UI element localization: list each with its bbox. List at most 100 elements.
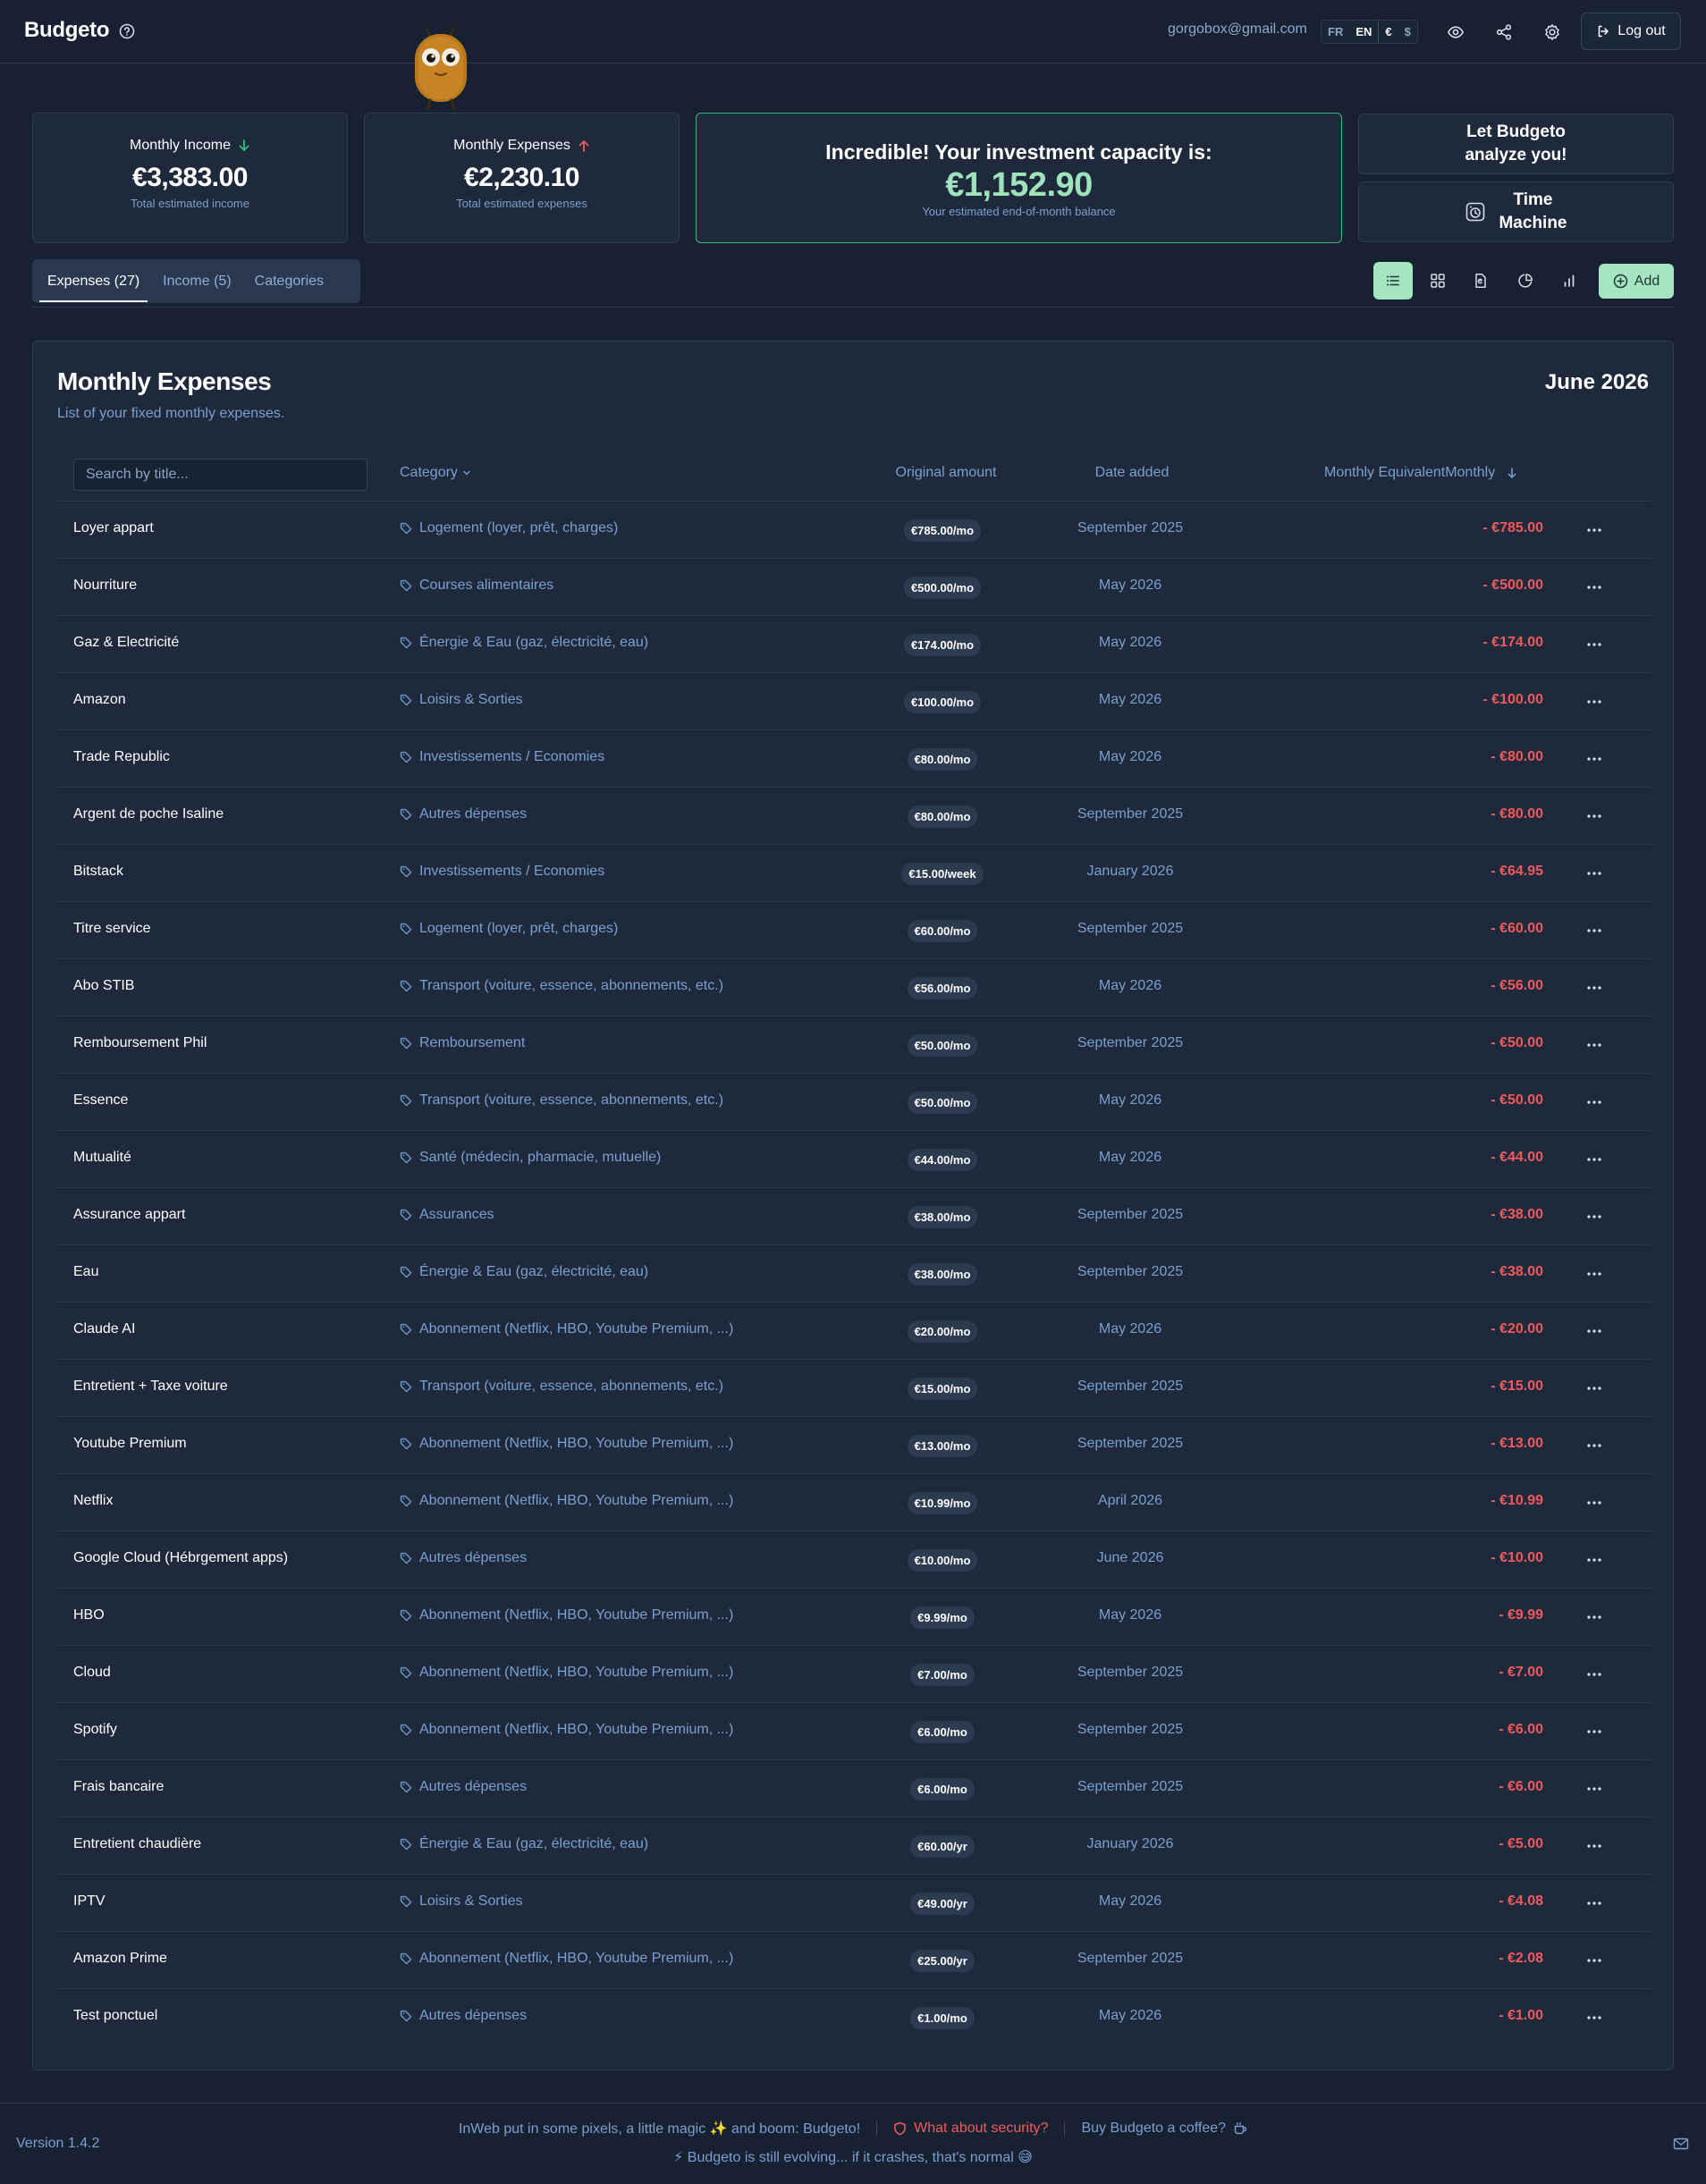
column-header-monthly[interactable]: Monthly EquivalentMonthly (1324, 465, 1518, 481)
table-row[interactable]: Amazon Prime Abonnement (Netflix, HBO, Yo… (57, 1932, 1651, 1989)
table-row[interactable]: Google Cloud (Hébrgement apps) Autres dép… (57, 1531, 1651, 1589)
row-menu-button[interactable] (1583, 2007, 1606, 2028)
table-row[interactable]: Cloud Abonnement (Netflix, HBO, Youtube P… (57, 1646, 1651, 1703)
row-menu-button[interactable] (1583, 748, 1606, 770)
share-icon[interactable] (1491, 19, 1517, 46)
table-row[interactable]: Youtube Premium Abonnement (Netflix, HBO,… (57, 1417, 1651, 1474)
row-menu-button[interactable] (1583, 863, 1606, 884)
row-menu-button[interactable] (1583, 1549, 1606, 1571)
expense-category: Énergie & Eau (gaz, électricité, eau) (400, 1264, 648, 1280)
table-row[interactable]: Abo STIB Transport (voiture, essence, abo… (57, 959, 1651, 1016)
row-menu-button[interactable] (1583, 691, 1606, 713)
table-row[interactable]: Amazon Loisirs & Sorties €100.00/mo May 202… (57, 673, 1651, 730)
row-menu-button[interactable] (1583, 1206, 1606, 1227)
table-row[interactable]: Remboursement Phil Remboursement €50.00/mo… (57, 1016, 1651, 1074)
logout-icon (1596, 24, 1610, 38)
add-button[interactable]: Add (1599, 264, 1674, 299)
row-menu-button[interactable] (1583, 1092, 1606, 1113)
table-row[interactable]: Netflix Abonnement (Netflix, HBO, Youtube… (57, 1474, 1651, 1531)
table-row[interactable]: Argent de poche Isaline Autres dépenses €8… (57, 788, 1651, 845)
table-row[interactable]: Bitstack Investissements / Economies €15.0… (57, 845, 1651, 902)
app-logo[interactable]: Budgeto (24, 18, 110, 43)
table-row[interactable]: IPTV Loisirs & Sorties €49.00/yr May 2026 - … (57, 1875, 1651, 1932)
table-row[interactable]: Titre service Logement (loyer, prêt, char… (57, 902, 1651, 959)
table-row[interactable]: Frais bancaire Autres dépenses €6.00/mo Sep… (57, 1760, 1651, 1817)
expense-category: Abonnement (Netflix, HBO, Youtube Premiu… (400, 1493, 733, 1509)
search-input[interactable] (73, 459, 367, 491)
time-machine-button[interactable]: Time Machine (1358, 181, 1674, 242)
security-link[interactable]: What about security? (893, 2121, 1048, 2137)
row-menu-button[interactable] (1583, 1721, 1606, 1742)
row-menu-button[interactable] (1583, 577, 1606, 598)
lang-en[interactable]: EN (1349, 21, 1378, 43)
help-icon[interactable] (118, 22, 136, 40)
row-menu-button[interactable] (1583, 805, 1606, 827)
tag-icon (400, 694, 412, 706)
tag-icon (400, 1209, 412, 1221)
table-row[interactable]: Gaz & Electricité Énergie & Eau (gaz, éle… (57, 616, 1651, 673)
table-row[interactable]: Claude AI Abonnement (Netflix, HBO, Youtu… (57, 1303, 1651, 1360)
table-row[interactable]: Entretient + Taxe voiture Transport (voit… (57, 1360, 1651, 1417)
coffee-link[interactable]: Buy Budgeto a coffee? (1081, 2121, 1247, 2137)
tab-income[interactable]: Income (5) (151, 264, 242, 299)
original-amount-badge: €50.00/mo (907, 1033, 978, 1057)
logout-button[interactable]: Log out (1581, 13, 1681, 50)
grid-view-button[interactable] (1418, 262, 1457, 299)
row-menu-button[interactable] (1583, 1492, 1606, 1514)
table-row[interactable]: Essence Transport (voiture, essence, abon… (57, 1074, 1651, 1131)
row-menu-button[interactable] (1583, 977, 1606, 999)
currency-eur[interactable]: € (1379, 21, 1398, 43)
table-row[interactable]: Eau Énergie & Eau (gaz, électricité, eau)… (57, 1245, 1651, 1303)
row-menu-button[interactable] (1583, 1606, 1606, 1628)
expense-title: Entretient + Taxe voiture (73, 1379, 228, 1394)
expense-date-added: May 2026 (1098, 978, 1162, 993)
more-horizontal-icon (1587, 1387, 1601, 1390)
table-row[interactable]: Mutualité Santé (médecin, pharmacie, mutu… (57, 1131, 1651, 1188)
bar-chart-view-button[interactable] (1550, 262, 1589, 299)
row-menu-button[interactable] (1583, 1034, 1606, 1056)
column-header-original[interactable]: Original amount (896, 465, 997, 481)
expense-category: Autres dépenses (400, 806, 527, 822)
table-row[interactable]: Nourriture Courses alimentaires €500.00/mo… (57, 559, 1651, 616)
eye-icon[interactable] (1442, 19, 1469, 46)
expense-category: Énergie & Eau (gaz, électricité, eau) (400, 635, 648, 651)
mail-icon[interactable] (1673, 2137, 1689, 2151)
expense-report-button[interactable] (1461, 262, 1500, 299)
row-menu-button[interactable] (1583, 920, 1606, 941)
tab-categories[interactable]: Categories (243, 264, 335, 299)
tab-expenses[interactable]: Expenses (27) (36, 264, 151, 302)
currency-usd[interactable]: $ (1398, 21, 1417, 43)
row-menu-button[interactable] (1583, 1835, 1606, 1857)
expense-original-amount: €785.00/mo (897, 502, 988, 559)
tag-icon (400, 1438, 412, 1450)
row-menu-button[interactable] (1583, 1664, 1606, 1685)
row-menu-button[interactable] (1583, 1893, 1606, 1914)
row-menu-button[interactable] (1583, 1149, 1606, 1170)
analyze-button[interactable]: Let Budgeto analyze you! (1358, 114, 1674, 174)
row-menu-button[interactable] (1583, 1950, 1606, 1971)
column-header-date[interactable]: Date added (1065, 465, 1199, 481)
file-euro-icon (1473, 273, 1489, 289)
table-row[interactable]: Test ponctuel Autres dépenses €1.00/mo May … (57, 1989, 1651, 2046)
footer-credit[interactable]: InWeb put in some pixels, a little magic… (459, 2120, 860, 2138)
table-row[interactable]: HBO Abonnement (Netflix, HBO, Youtube Pre… (57, 1589, 1651, 1646)
row-menu-button[interactable] (1583, 1778, 1606, 1800)
row-menu-button[interactable] (1583, 1320, 1606, 1342)
table-row[interactable]: Assurance appart Assurances €38.00/mo Septe… (57, 1188, 1651, 1245)
row-menu-button[interactable] (1583, 1263, 1606, 1285)
table-row[interactable]: Trade Republic Investissements / Economie… (57, 730, 1651, 788)
table-row[interactable]: Spotify Abonnement (Netflix, HBO, Youtube… (57, 1703, 1651, 1760)
gear-icon[interactable] (1539, 19, 1566, 46)
list-view-button[interactable] (1373, 262, 1413, 299)
expense-category: Transport (voiture, essence, abonnements… (400, 1092, 723, 1109)
row-menu-button[interactable] (1583, 1435, 1606, 1456)
row-menu-button[interactable] (1583, 634, 1606, 655)
lang-fr[interactable]: FR (1322, 21, 1349, 43)
row-menu-button[interactable] (1583, 1378, 1606, 1399)
pie-chart-view-button[interactable] (1506, 262, 1545, 299)
income-amount: €3,383.00 (132, 163, 248, 192)
column-header-category[interactable]: Category (400, 465, 472, 481)
table-row[interactable]: Entretient chaudière Énergie & Eau (gaz, … (57, 1817, 1651, 1875)
table-row[interactable]: Loyer appart Logement (loyer, prêt, charg… (57, 502, 1651, 559)
row-menu-button[interactable] (1583, 519, 1606, 541)
